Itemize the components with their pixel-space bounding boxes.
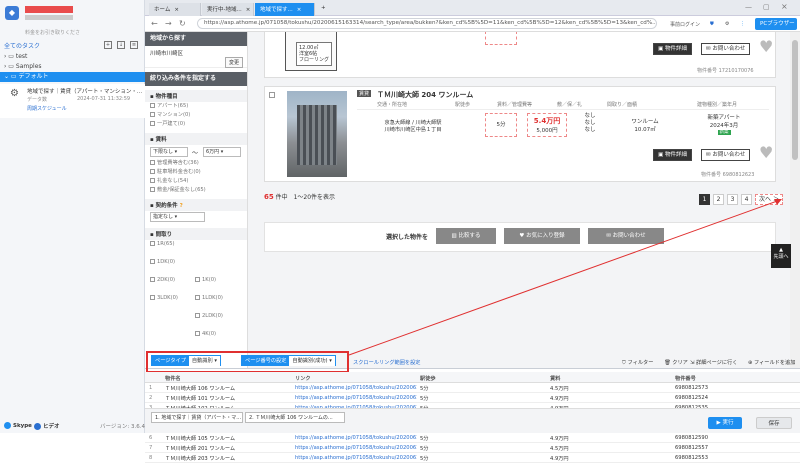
table-cell: ＴＭ川崎大師 101 ワンルーム (165, 396, 236, 402)
table-cell: 6980812590 (675, 435, 709, 441)
table-cell: 6980812524 (675, 395, 709, 401)
clear-button[interactable]: 🗑 クリア (664, 359, 688, 366)
row-number: 8 (149, 455, 153, 461)
table-cell: 4.9万円 (550, 436, 569, 442)
table-cell: 5分 (420, 446, 429, 452)
row-number: 2 (149, 395, 153, 401)
table-cell: 5分 (420, 436, 429, 442)
page-number-select[interactable]: ページ番号の設定 自動識別(成功) ▾ (241, 355, 336, 366)
detail-page-button[interactable]: ⇲ 詳細ページに行く (690, 359, 737, 366)
table-cell: https://asp.athome.jp/071058/tokushu/202… (295, 435, 417, 441)
table-cell: https://asp.athome.jp/071058/tokushu/202… (295, 395, 417, 401)
table-cell: https://asp.athome.jp/071058/tokushu/202… (295, 385, 417, 391)
table-header: 物件名 リンク 駅徒歩 賃料 物件番号 (145, 372, 800, 383)
table-cell: ＴＭ川崎大師 105 ワンルーム (165, 436, 236, 442)
table-cell: 5分 (420, 396, 429, 402)
table-row[interactable]: 8 ＴＭ川崎大師 203 ワンルーム https://asp.athome.jp/0… (145, 453, 800, 463)
row-number: 7 (149, 445, 153, 451)
table-cell: 5分 (420, 386, 429, 392)
table-cell: 5分 (420, 456, 429, 462)
table-cell: https://asp.athome.jp/071058/tokushu/202… (295, 455, 417, 461)
table-cell: ＴＭ川崎大師 203 ワンルーム (165, 456, 236, 462)
table-row[interactable]: 1 ＴＭ川崎大師 106 ワンルーム https://asp.athome.jp/0… (145, 383, 800, 393)
filter-button[interactable]: ⛉ フィルター (622, 359, 653, 367)
table-cell: 4.5万円 (550, 446, 569, 452)
table-cell: ＴＭ川崎大師 106 ワンルーム (165, 386, 236, 392)
table-cell: 6980812553 (675, 455, 709, 461)
table-cell: 6980812573 (675, 385, 709, 391)
row-number: 1 (149, 385, 153, 391)
page-type-select[interactable]: ページタイプ 自動識別 ▾ (151, 355, 221, 366)
table-row[interactable]: 7 ＴＭ川崎大師 201 ワンルーム https://asp.athome.jp/0… (145, 443, 800, 453)
table-cell: 4.9万円 (550, 396, 569, 402)
table-cell: 4.5万円 (550, 386, 569, 392)
table-cell: 6980812557 (675, 445, 709, 451)
table-cell: 4.9万円 (550, 456, 569, 462)
add-field-button[interactable]: ⊕ フィールドを追加 (748, 359, 795, 366)
table-row[interactable]: 6 ＴＭ川崎大師 105 ワンルーム https://asp.athome.jp/0… (145, 433, 800, 443)
row-number: 6 (149, 435, 153, 441)
run-button[interactable]: ▶ 実行 (708, 417, 742, 429)
table-cell: ＴＭ川崎大師 201 ワンルーム (165, 446, 236, 452)
step-tab-2[interactable]: 2. ＴＭ川崎大師 106 ワンルームの... (245, 412, 345, 423)
table-cell: https://asp.athome.jp/071058/tokushu/202… (295, 445, 417, 451)
bottom-bar: 1. 地域で探す｜賃貸（アパート・マ... 2. ＴＭ川崎大師 106 ワンルー… (145, 408, 800, 433)
scroll-range-link[interactable]: スクロールリング範囲を設定 (353, 359, 420, 366)
table-row[interactable]: 2 ＴＭ川崎大師 101 ワンルーム https://asp.athome.jp/0… (145, 393, 800, 403)
save-button[interactable]: 保存 (756, 417, 792, 429)
step-tab-1[interactable]: 1. 地域で探す｜賃貸（アパート・マ... (151, 412, 243, 423)
